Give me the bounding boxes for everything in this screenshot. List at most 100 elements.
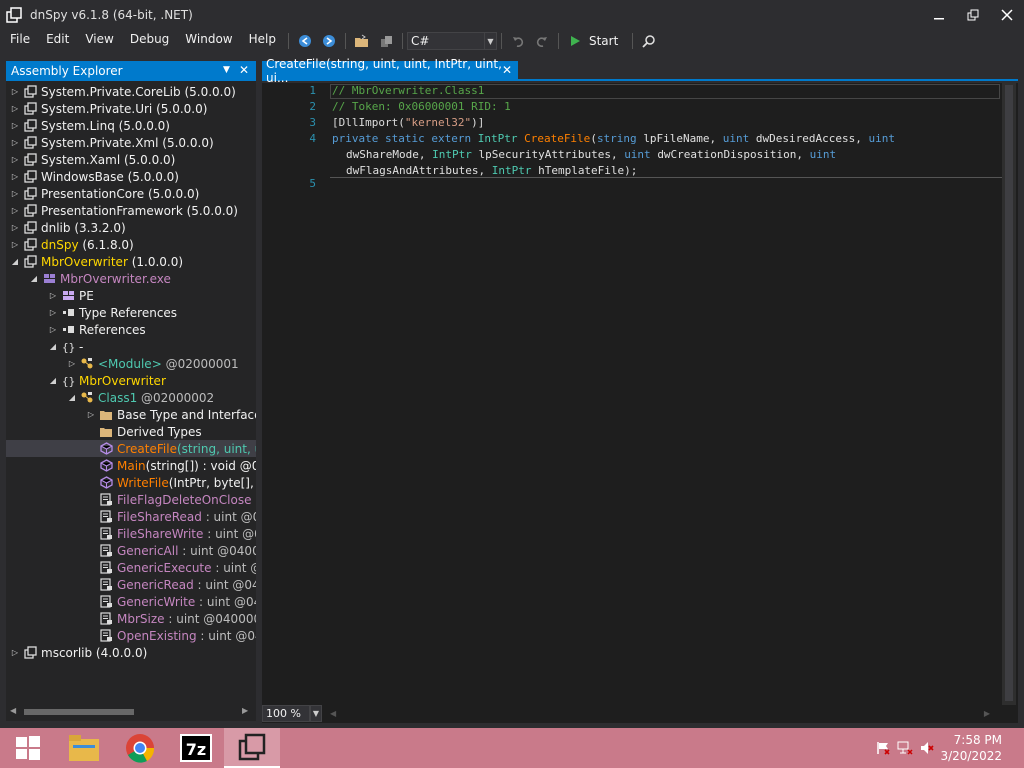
tree-item[interactable]: MbrSize : uint @04000009	[6, 610, 256, 627]
scroll-left-icon[interactable]: ◀	[330, 709, 336, 718]
expand-arrow-icon[interactable]: ▷	[48, 287, 58, 304]
start-debug-icon[interactable]	[565, 31, 585, 51]
chevron-down-icon[interactable]: ▼	[310, 705, 322, 722]
tree-item[interactable]: ▷ PresentationCore (5.0.0.0)	[6, 185, 256, 202]
scroll-thumb[interactable]	[1005, 85, 1013, 701]
expand-arrow-icon[interactable]: ▷	[48, 304, 58, 321]
start-button-label[interactable]: Start	[589, 34, 618, 48]
expand-arrow-icon[interactable]: ▷	[10, 151, 20, 168]
forward-icon[interactable]	[319, 31, 339, 51]
file-explorer-icon[interactable]	[56, 728, 112, 768]
7zip-icon[interactable]: 7z	[168, 728, 224, 768]
dnspy-icon[interactable]	[224, 728, 280, 768]
tree-item[interactable]: ▷ dnSpy (6.1.8.0)	[6, 236, 256, 253]
tree-item[interactable]: ◢ MbrOverwriter (1.0.0.0)	[6, 253, 256, 270]
tree-item[interactable]: ▷ PresentationFramework (5.0.0.0)	[6, 202, 256, 219]
collapse-arrow-icon[interactable]: ◢	[48, 338, 58, 355]
expand-arrow-icon[interactable]: ▷	[48, 321, 58, 338]
expand-arrow-icon[interactable]: ▷	[86, 406, 96, 423]
tree-item[interactable]: ▷ System.Xaml (5.0.0.0)	[6, 151, 256, 168]
menu-window[interactable]: Window	[177, 30, 240, 52]
tree-item[interactable]: Derived Types	[6, 423, 256, 440]
tree-item[interactable]: ▷ System.Private.Xml (5.0.0.0)	[6, 134, 256, 151]
tree-item[interactable]: ▷ System.Linq (5.0.0.0)	[6, 117, 256, 134]
collapse-arrow-icon[interactable]: ◢	[67, 389, 77, 406]
expand-arrow-icon[interactable]: ▷	[67, 355, 77, 372]
menu-view[interactable]: View	[77, 30, 121, 52]
back-icon[interactable]	[295, 31, 315, 51]
tree-item[interactable]: FileFlagDeleteOnClose : u	[6, 491, 256, 508]
code-editor[interactable]: 1 2 3 4 5 // MbrOverwriter.Class1 // Tok…	[262, 83, 1018, 723]
search-icon[interactable]	[639, 31, 659, 51]
tree-item[interactable]: ▷ <Module> @02000001	[6, 355, 256, 372]
tree-item[interactable]: ▷ WindowsBase (5.0.0.0)	[6, 168, 256, 185]
expand-arrow-icon[interactable]: ▷	[10, 219, 20, 236]
assembly-tree[interactable]: ▷ System.Private.CoreLib (5.0.0.0) ▷ System…	[6, 83, 256, 703]
redo-icon[interactable]	[532, 31, 552, 51]
scroll-right-icon[interactable]: ▶	[242, 706, 248, 715]
minimize-button[interactable]	[922, 0, 956, 30]
expand-arrow-icon[interactable]: ▷	[10, 168, 20, 185]
close-tab-icon[interactable]: ✕	[502, 63, 512, 77]
close-window-button[interactable]	[990, 0, 1024, 30]
tree-item[interactable]: GenericExecute : uint @04	[6, 559, 256, 576]
tree-item[interactable]: CreateFile(string, uint, uin	[6, 440, 256, 457]
expand-arrow-icon[interactable]: ▷	[10, 236, 20, 253]
expand-arrow-icon[interactable]: ▷	[10, 100, 20, 117]
document-tab[interactable]: CreateFile(string, uint, uint, IntPtr, u…	[262, 57, 518, 85]
expand-arrow-icon[interactable]: ▷	[10, 202, 20, 219]
tree-item[interactable]: GenericWrite : uint @0400	[6, 593, 256, 610]
expand-arrow-icon[interactable]: ▷	[10, 134, 20, 151]
tree-item[interactable]: ▷ mscorlib (4.0.0.0)	[6, 644, 256, 661]
tree-item[interactable]: GenericAll : uint @040000	[6, 542, 256, 559]
tree-item[interactable]: ▷ Type References	[6, 304, 256, 321]
maximize-button[interactable]	[956, 0, 990, 30]
open-folder-icon[interactable]	[352, 31, 372, 51]
code-text[interactable]: // MbrOverwriter.Class1 // Token: 0x0600…	[332, 83, 1002, 703]
expand-arrow-icon[interactable]: ▷	[10, 117, 20, 134]
collapse-arrow-icon[interactable]: ◢	[29, 270, 39, 287]
menu-edit[interactable]: Edit	[38, 30, 77, 52]
tree-item[interactable]: ▷ System.Private.Uri (5.0.0.0)	[6, 100, 256, 117]
language-select[interactable]: C# ▼	[406, 32, 497, 50]
tree-item[interactable]: ▷ Base Type and Interfaces	[6, 406, 256, 423]
open-list-icon[interactable]	[376, 31, 396, 51]
tree-item[interactable]: ◢ MbrOverwriter.exe	[6, 270, 256, 287]
expand-arrow-icon[interactable]: ▷	[10, 83, 20, 100]
scroll-right-icon[interactable]: ▶	[984, 709, 990, 718]
start-icon[interactable]	[0, 728, 56, 768]
zoom-level[interactable]: 100 %	[262, 705, 310, 722]
tree-item[interactable]: GenericRead : uint @0400	[6, 576, 256, 593]
tree-item[interactable]: ◢ Class1 @02000002	[6, 389, 256, 406]
tree-item[interactable]: FileShareWrite : uint @040	[6, 525, 256, 542]
expand-arrow-icon[interactable]: ▷	[10, 185, 20, 202]
tree-item[interactable]: ◢ {} -	[6, 338, 256, 355]
scroll-left-icon[interactable]: ◀	[10, 706, 16, 715]
chrome-icon[interactable]	[112, 728, 168, 768]
tree-item[interactable]: WriteFile(IntPtr, byte[], ui	[6, 474, 256, 491]
volume-icon[interactable]	[916, 741, 938, 755]
panel-menu-icon[interactable]: ▼	[223, 65, 230, 75]
scroll-thumb[interactable]	[24, 709, 134, 715]
collapse-arrow-icon[interactable]: ◢	[48, 372, 58, 389]
tree-item[interactable]: ▷ PE	[6, 287, 256, 304]
undo-icon[interactable]	[508, 31, 528, 51]
tree-item[interactable]: ▷ References	[6, 321, 256, 338]
tree-item[interactable]: ▷ dnlib (3.3.2.0)	[6, 219, 256, 236]
expand-arrow-icon[interactable]: ▷	[10, 644, 20, 661]
close-panel-icon[interactable]: ✕	[239, 63, 249, 77]
tree-item[interactable]: ◢ {} MbrOverwriter	[6, 372, 256, 389]
flag-icon[interactable]	[872, 741, 894, 755]
tree-item[interactable]: OpenExisting : uint @0400	[6, 627, 256, 644]
network-icon[interactable]	[894, 741, 916, 755]
tree-item[interactable]: Main(string[]) : void @060	[6, 457, 256, 474]
menu-help[interactable]: Help	[241, 30, 284, 52]
tree-item[interactable]: ▷ System.Private.CoreLib (5.0.0.0)	[6, 83, 256, 100]
vertical-scrollbar[interactable]	[1002, 83, 1016, 705]
menu-file[interactable]: File	[0, 30, 38, 52]
horizontal-scrollbar[interactable]: ◀ ▶	[6, 705, 256, 719]
clock[interactable]: 7:58 PM 3/20/2022	[940, 732, 1002, 764]
collapse-arrow-icon[interactable]: ◢	[10, 253, 20, 270]
tree-item[interactable]: FileShareRead : uint @040	[6, 508, 256, 525]
menu-debug[interactable]: Debug	[122, 30, 177, 52]
